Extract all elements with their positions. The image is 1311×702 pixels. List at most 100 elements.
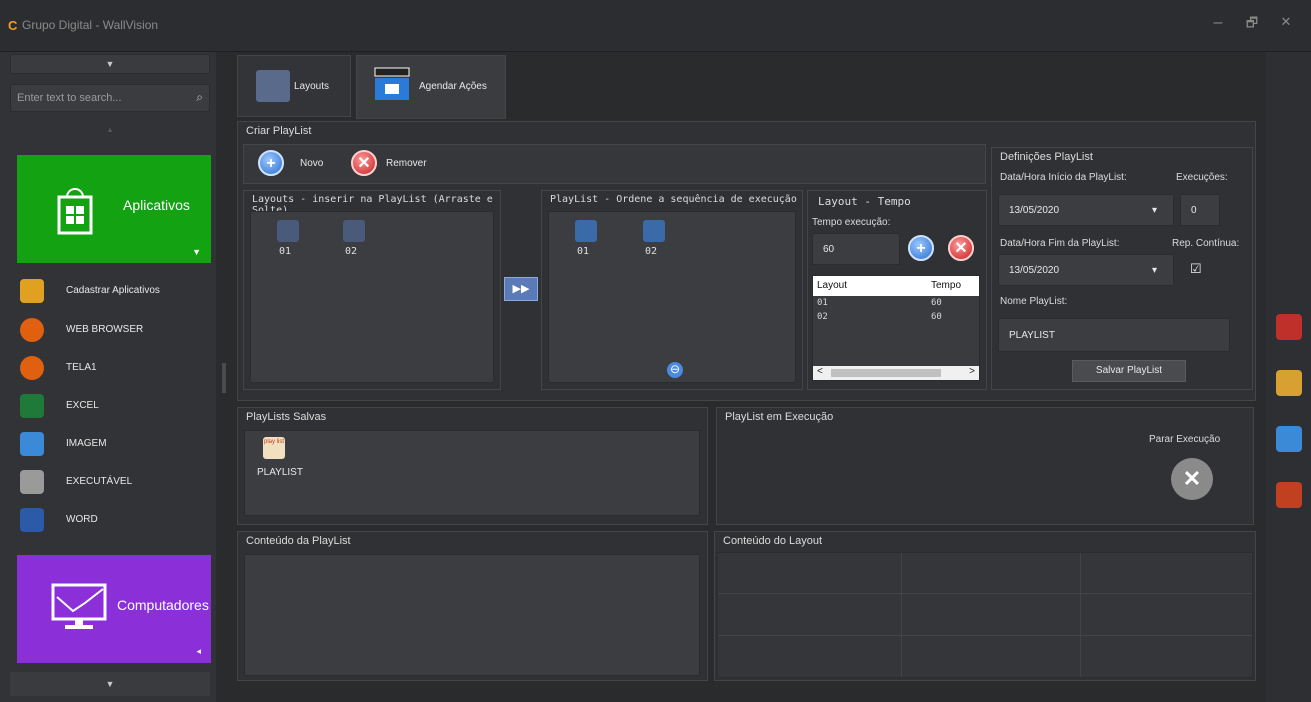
playlist-item-icon[interactable] — [575, 220, 597, 242]
scroll-right-icon[interactable]: > — [969, 366, 975, 377]
remove-item-icon[interactable]: ⊖ — [667, 362, 683, 378]
novo-button[interactable]: Novo — [300, 158, 323, 169]
nome-label: Nome PlayList: — [1000, 296, 1068, 307]
nome-playlist-input[interactable]: PLAYLIST — [998, 318, 1230, 352]
sidebar-item-imagem[interactable]: IMAGEM — [20, 426, 210, 460]
tab-agendar-acoes[interactable]: Agendar Ações — [356, 55, 506, 119]
tile-aplicativos-label: Aplicativos — [123, 197, 190, 213]
grid-divider — [901, 553, 902, 677]
nome-value: PLAYLIST — [1009, 329, 1055, 341]
tab-layouts[interactable]: Layouts — [237, 55, 351, 117]
column-header: Tempo — [931, 280, 962, 291]
sidebar-scroll-down[interactable]: ▼ — [10, 672, 210, 696]
rep-continua-checkbox[interactable]: ☑ — [1190, 261, 1202, 277]
sidebar-item-label: TELA1 — [66, 362, 97, 373]
register-apps-icon — [20, 279, 44, 303]
window-title: Grupo Digital - WallVision — [22, 18, 159, 32]
chevron-down-icon[interactable]: ▾ — [1152, 265, 1157, 276]
tile-computadores[interactable]: Computadores ◂ — [17, 555, 211, 663]
restore-button[interactable]: 🗗 — [1242, 14, 1262, 36]
inicio-value: 13/05/2020 — [1009, 204, 1060, 216]
panel-title: Layout - Tempo — [818, 195, 911, 208]
add-to-playlist-button[interactable]: ▶▶ — [504, 277, 538, 301]
playlist-item-label: 02 — [645, 246, 658, 257]
search-input[interactable]: Enter text to search... ⌕ — [10, 84, 210, 112]
executable-icon — [20, 470, 44, 494]
salvar-playlist-button[interactable]: Salvar PlayList — [1072, 360, 1186, 382]
playlist-order-area[interactable]: 01 02 ⊖ — [548, 211, 796, 383]
excel-icon — [20, 394, 44, 418]
parar-execucao-label: Parar Execução — [1149, 434, 1221, 445]
tile-aplicativos[interactable]: Aplicativos ▼ — [17, 155, 211, 263]
close-button[interactable]: ✕ — [1276, 14, 1296, 30]
layout-thumbnail-icon[interactable] — [277, 220, 299, 242]
minimize-button[interactable]: – — [1208, 14, 1228, 32]
tempo-label: Tempo execução: — [812, 217, 891, 228]
sidebar-item-label: EXECUTÁVEL — [66, 476, 133, 487]
chevron-down-icon[interactable]: ▾ — [1152, 205, 1157, 216]
sidebar-item-web-browser[interactable]: WEB BROWSER — [20, 312, 210, 346]
search-person-icon[interactable] — [1276, 370, 1302, 396]
remover-button[interactable]: Remover — [386, 158, 427, 169]
remove-tempo-icon[interactable]: ✕ — [948, 235, 974, 261]
sidebar-item-cadastrar[interactable]: Cadastrar Aplicativos — [20, 273, 210, 307]
table-row[interactable]: 02 60 — [813, 310, 979, 324]
sidebar-item-excel[interactable]: EXCEL — [20, 388, 210, 422]
sidebar-item-label: IMAGEM — [66, 438, 107, 449]
scroll-thumb[interactable] — [831, 369, 941, 377]
parar-execucao-button[interactable]: ✕ — [1171, 458, 1213, 500]
grid-divider — [718, 635, 1252, 636]
remover-icon[interactable]: ✕ — [351, 150, 377, 176]
novo-icon[interactable]: + — [258, 150, 284, 176]
tempo-input[interactable]: 60 — [812, 233, 900, 265]
inicio-label: Data/Hora Início da PlayList: — [1000, 172, 1127, 183]
sidebar-item-word[interactable]: WORD — [20, 502, 210, 536]
panel-title: PlayLists Salvas — [246, 411, 327, 423]
cell-tempo: 60 — [931, 298, 942, 308]
column-header: Layout — [817, 280, 848, 291]
fim-datepicker[interactable]: 13/05/2020 ▾ — [998, 254, 1174, 286]
grid-divider — [718, 593, 1252, 594]
inicio-datepicker[interactable]: 13/05/2020 ▾ — [998, 194, 1174, 226]
saved-playlist-label[interactable]: PLAYLIST — [257, 467, 303, 478]
grid-divider — [1080, 553, 1081, 677]
execucoes-input[interactable]: 0 — [1180, 194, 1220, 226]
execucoes-value: 0 — [1191, 204, 1197, 216]
sidebar-item-executavel[interactable]: EXECUTÁVEL — [20, 464, 210, 498]
layout-tempo-panel: Layout - Tempo Tempo execução: 60 + ✕ La… — [807, 190, 987, 390]
fim-value: 13/05/2020 — [1009, 264, 1060, 276]
clapperboard-icon[interactable] — [1276, 426, 1302, 452]
panel-title: PlayList - Ordene a sequência de execuçã… — [550, 194, 797, 205]
conteudo-layout-panel: Conteúdo do Layout — [714, 531, 1256, 681]
conteudo-playlist-area — [244, 554, 700, 676]
tempo-value: 60 — [823, 243, 835, 255]
playlist-file-icon[interactable]: play list — [263, 437, 285, 459]
app-logo-icon: C — [8, 18, 18, 33]
toolbox-icon[interactable] — [1276, 314, 1302, 340]
playlists-salvas-panel: PlayLists Salvas play list PLAYLIST — [237, 407, 708, 525]
right-toolbar — [1266, 52, 1311, 702]
broom-icon[interactable] — [1276, 482, 1302, 508]
playlist-item-label: 01 — [577, 246, 590, 257]
horizontal-scrollbar[interactable]: < > — [813, 366, 979, 380]
word-icon — [20, 508, 44, 532]
add-tempo-icon[interactable]: + — [908, 235, 934, 261]
sidebar-scroll-button[interactable]: ▼ — [10, 54, 210, 74]
splitter-handle[interactable] — [222, 363, 226, 393]
sidebar: ▼ Enter text to search... ⌕ ▲ Aplicativo… — [0, 52, 216, 702]
sidebar-scroll-up[interactable]: ▲ — [10, 120, 210, 140]
chevron-down-icon: ▼ — [192, 247, 201, 257]
sidebar-item-label: WORD — [66, 514, 98, 525]
layout-preview-grid — [717, 552, 1253, 678]
panel-title: Conteúdo do Layout — [723, 535, 823, 547]
panel-title: Conteúdo da PlayList — [246, 535, 351, 547]
table-header: Layout Tempo — [813, 276, 979, 296]
execucoes-label: Execuções: — [1176, 172, 1228, 183]
layouts-drop-area[interactable]: 01 02 — [250, 211, 494, 383]
scroll-left-icon[interactable]: < — [817, 366, 823, 377]
layout-thumbnail-icon[interactable] — [343, 220, 365, 242]
sidebar-item-tela1[interactable]: TELA1 — [20, 350, 210, 384]
table-row[interactable]: 01 60 — [813, 296, 979, 310]
search-icon[interactable]: ⌕ — [196, 90, 203, 105]
playlist-item-icon[interactable] — [643, 220, 665, 242]
